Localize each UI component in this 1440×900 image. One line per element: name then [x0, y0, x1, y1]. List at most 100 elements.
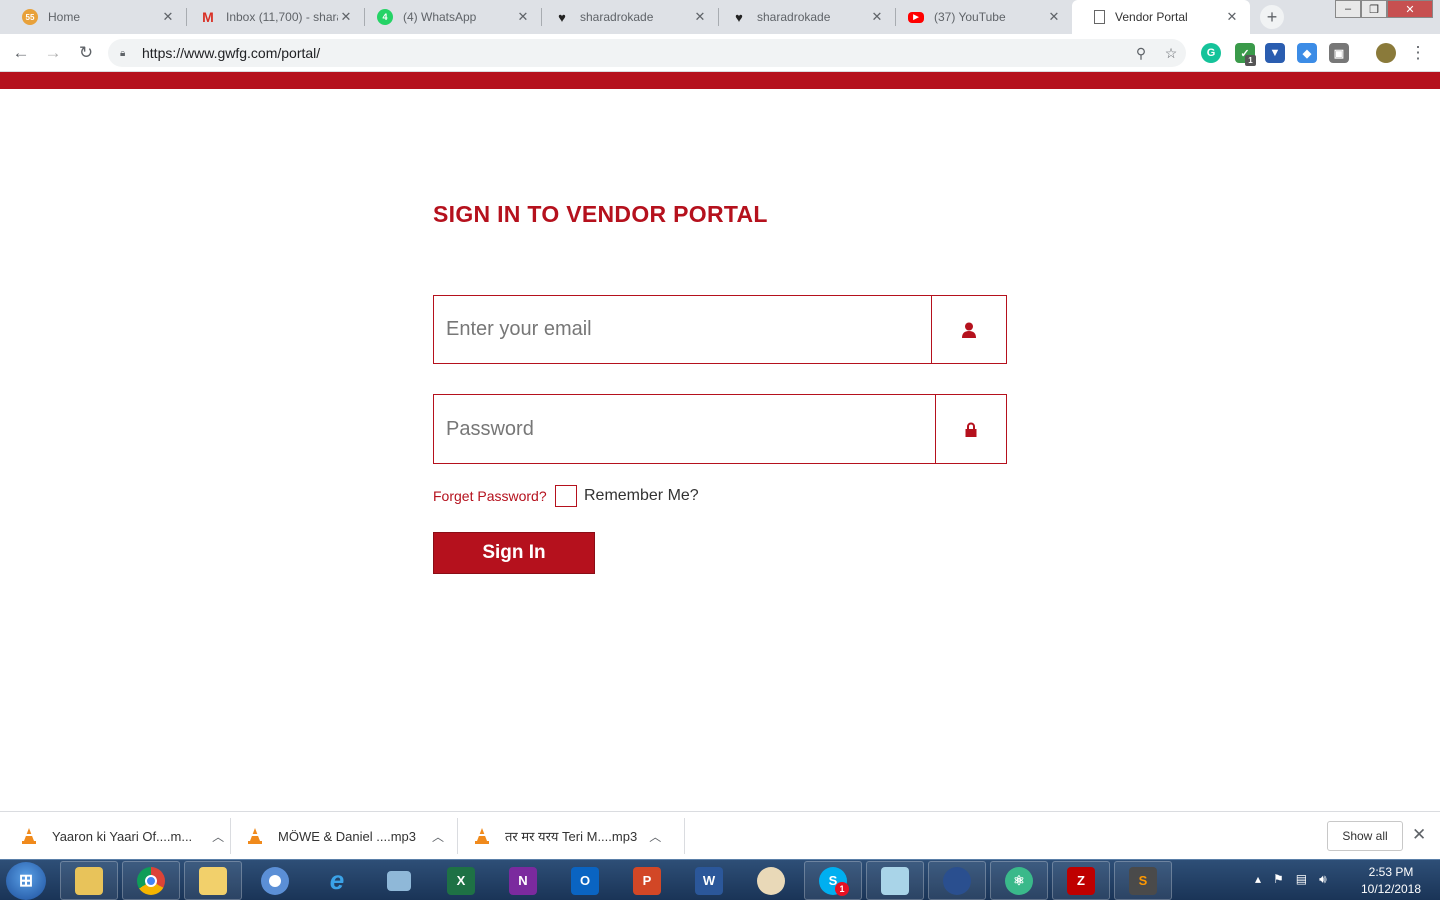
- close-icon[interactable]: ✕: [692, 9, 708, 25]
- download-name: MÖWE & Daniel ....mp3: [278, 828, 416, 844]
- file-explorer-icon[interactable]: [60, 861, 118, 900]
- divider: [684, 818, 685, 854]
- download-bar: Yaaron ki Yaari Of....m... ︿ MÖWE & Dani…: [0, 811, 1440, 859]
- volume-icon[interactable]: 🔊︎: [1319, 872, 1327, 887]
- reload-button[interactable]: ↻: [74, 41, 98, 65]
- chrome-icon[interactable]: [122, 861, 180, 900]
- sign-in-button[interactable]: Sign In: [433, 532, 595, 574]
- clock-time: 2:53 PM: [1368, 865, 1414, 879]
- gmail-icon: M: [202, 9, 214, 25]
- network-icon[interactable]: ▤: [1296, 872, 1307, 887]
- tab-sharadrokade-2[interactable]: ♥ sharadrokade ✕: [709, 0, 895, 34]
- tab-home[interactable]: 55 Home ✕: [0, 0, 186, 34]
- address-bar[interactable]: 🔒︎ https://www.gwfg.com/portal/ ⚲ ☆: [108, 39, 1186, 67]
- tab-vendor-portal[interactable]: Vendor Portal ✕: [1072, 0, 1250, 34]
- vlc-icon: [248, 828, 262, 844]
- notepad-icon[interactable]: [866, 861, 924, 900]
- tab-title: Home: [48, 10, 81, 24]
- internet-explorer-icon[interactable]: e: [308, 861, 366, 900]
- heart-icon: ♥: [558, 9, 566, 25]
- close-icon[interactable]: ✕: [1412, 825, 1426, 845]
- document-icon: [1094, 10, 1105, 24]
- new-tab-button[interactable]: +: [1260, 5, 1284, 29]
- bag-extension-icon[interactable]: ▣: [1329, 43, 1349, 63]
- lock-icon: 🔒︎: [120, 47, 126, 59]
- show-all-button[interactable]: Show all: [1327, 821, 1403, 851]
- tab-title: (4) WhatsApp: [403, 10, 477, 24]
- restore-button[interactable]: ❐: [1361, 0, 1387, 18]
- onenote-icon[interactable]: N: [494, 861, 552, 900]
- close-window-button[interactable]: ✕: [1387, 0, 1433, 18]
- close-icon[interactable]: ✕: [869, 9, 885, 25]
- tab-title: sharadrokade: [580, 10, 654, 24]
- clock[interactable]: 2:53 PM 10/12/2018: [1355, 864, 1427, 898]
- folder-icon[interactable]: [184, 861, 242, 900]
- page-title: SIGN IN TO VENDOR PORTAL: [433, 201, 768, 227]
- email-input[interactable]: [434, 296, 931, 363]
- pocket-icon[interactable]: ▼: [1265, 43, 1285, 63]
- minimize-button[interactable]: ‒: [1335, 0, 1361, 18]
- extension-badge: 1: [1245, 55, 1256, 66]
- remember-me-label[interactable]: Remember Me?: [584, 487, 699, 505]
- close-icon[interactable]: ✕: [338, 9, 354, 25]
- remote-desktop-icon[interactable]: [370, 861, 428, 900]
- bookmark-star-icon[interactable]: ☆: [1156, 45, 1186, 62]
- outlook-icon[interactable]: O: [556, 861, 614, 900]
- flag-icon[interactable]: ⚑: [1273, 872, 1284, 887]
- youtube-icon: ▶: [908, 11, 924, 23]
- filezilla-icon[interactable]: Z: [1052, 861, 1110, 900]
- zoom-icon[interactable]: ⚲: [1126, 45, 1156, 62]
- back-button[interactable]: ←: [9, 41, 33, 65]
- avatar[interactable]: [1376, 43, 1396, 63]
- download-item[interactable]: MÖWE & Daniel ....mp3 ︿: [248, 812, 444, 860]
- close-icon[interactable]: ✕: [1046, 9, 1062, 25]
- tab-youtube[interactable]: ▶ (37) YouTube ✕: [886, 0, 1072, 34]
- tab-gmail[interactable]: M Inbox (11,700) - shara ✕: [178, 0, 364, 34]
- chevron-up-icon[interactable]: ︿: [212, 828, 224, 845]
- tab-title: (37) YouTube: [934, 10, 1006, 24]
- forgot-password-link[interactable]: Forget Password?: [433, 488, 547, 504]
- download-name: Yaaron ki Yaari Of....m...: [52, 828, 193, 844]
- skype-badge: 1: [835, 882, 849, 896]
- divider: [230, 818, 231, 854]
- taskbar: ⊞ e X N O P W S 1 ⚛ Z S ▴ ⚑ ▤ 🔊︎ 2:53 PM…: [0, 859, 1440, 900]
- tab-title: Vendor Portal: [1115, 10, 1188, 24]
- menu-icon[interactable]: ⋮: [1406, 41, 1430, 65]
- download-item[interactable]: तर मर यरय Teri M....mp3 ︿: [475, 812, 661, 860]
- close-icon[interactable]: ✕: [515, 9, 531, 25]
- skype-icon[interactable]: S: [804, 861, 862, 900]
- grammarly-icon[interactable]: G: [1201, 43, 1221, 63]
- chevron-up-icon[interactable]: ▴: [1255, 872, 1261, 887]
- user-icon: [931, 296, 1006, 363]
- word-icon[interactable]: W: [680, 861, 738, 900]
- tag-extension-icon[interactable]: ◆: [1297, 43, 1317, 63]
- clock-date: 10/12/2018: [1360, 882, 1422, 896]
- password-field: [433, 394, 1007, 464]
- tab-sharadrokade-1[interactable]: ♥ sharadrokade ✕: [532, 0, 718, 34]
- lock-icon: [935, 395, 1006, 463]
- remember-me-checkbox[interactable]: [555, 485, 577, 507]
- email-field: [433, 295, 1007, 364]
- atom-icon[interactable]: ⚛: [990, 861, 1048, 900]
- url-text[interactable]: https://www.gwfg.com/portal/: [142, 45, 1126, 61]
- header-bar: [0, 72, 1440, 89]
- whatsapp-icon: 4: [377, 9, 393, 25]
- forward-button[interactable]: →: [41, 41, 65, 65]
- paint-icon[interactable]: [742, 861, 800, 900]
- chromium-icon[interactable]: [246, 861, 304, 900]
- download-item[interactable]: Yaaron ki Yaari Of....m... ︿: [22, 812, 224, 860]
- tab-title: Inbox (11,700) - shara: [226, 10, 338, 24]
- powerpoint-icon[interactable]: P: [618, 861, 676, 900]
- sublime-text-icon[interactable]: S: [1114, 861, 1172, 900]
- tab-strip: 55 Home ✕ M Inbox (11,700) - shara ✕ 4 (…: [0, 0, 1440, 34]
- home-icon: 55: [22, 9, 38, 25]
- password-input[interactable]: [434, 395, 935, 463]
- close-icon[interactable]: ✕: [160, 9, 176, 25]
- excel-icon[interactable]: X: [432, 861, 490, 900]
- thunderbird-icon[interactable]: [928, 861, 986, 900]
- chevron-up-icon[interactable]: ︿: [432, 828, 444, 845]
- tab-whatsapp[interactable]: 4 (4) WhatsApp ✕: [355, 0, 541, 34]
- chevron-up-icon[interactable]: ︿: [649, 828, 661, 845]
- windows-start-icon[interactable]: ⊞: [6, 862, 46, 900]
- close-icon[interactable]: ✕: [1224, 9, 1240, 25]
